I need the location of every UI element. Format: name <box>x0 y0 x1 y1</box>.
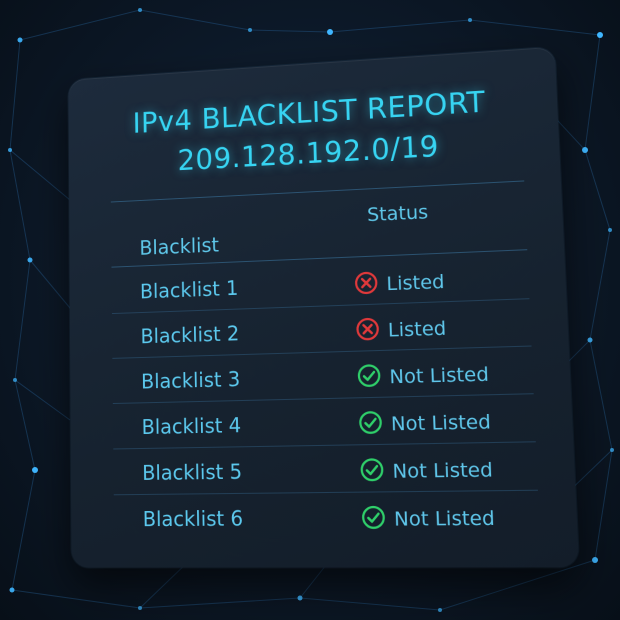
status-cell: Not Listed <box>359 456 493 487</box>
header-divider <box>110 180 525 203</box>
blacklist-name: Blacklist 6 <box>142 506 244 532</box>
network-background: IPv4 BLACKLIST REPORT 209.128.192.0/19 S… <box>0 0 620 620</box>
check-circle-icon <box>358 410 383 439</box>
status-text: Listed <box>386 270 445 296</box>
blacklist-name: Blacklist 1 <box>139 276 239 304</box>
status-text: Not Listed <box>393 507 496 531</box>
status-cell: Not Listed <box>358 408 491 439</box>
x-circle-icon <box>354 270 379 299</box>
blacklist-report-card: IPv4 BLACKLIST REPORT 209.128.192.0/19 S… <box>68 46 580 568</box>
check-circle-icon <box>361 505 387 534</box>
status-cell: Not Listed <box>361 504 496 534</box>
check-circle-icon <box>357 363 382 392</box>
blacklist-name: Blacklist 2 <box>140 321 240 349</box>
table-row: Blacklist 6 Not Listed <box>114 493 540 542</box>
status-text: Not Listed <box>389 363 490 389</box>
blacklist-column-header: Blacklist <box>139 232 220 260</box>
status-text: Not Listed <box>392 458 494 483</box>
table-row: Blacklist 4 Not Listed <box>113 396 536 450</box>
status-text: Not Listed <box>390 410 492 436</box>
status-cell: Listed <box>355 314 447 345</box>
status-column-header: Status <box>366 201 429 227</box>
blacklist-name: Blacklist 3 <box>140 367 241 394</box>
status-text: Listed <box>387 317 447 342</box>
table-row: Blacklist 5 Not Listed <box>113 444 538 496</box>
status-cell: Not Listed <box>357 360 490 392</box>
x-circle-icon <box>355 317 380 346</box>
check-circle-icon <box>359 457 384 486</box>
blacklist-name: Blacklist 5 <box>142 459 243 485</box>
blacklist-name: Blacklist 4 <box>141 413 242 440</box>
status-cell: Listed <box>354 268 445 300</box>
